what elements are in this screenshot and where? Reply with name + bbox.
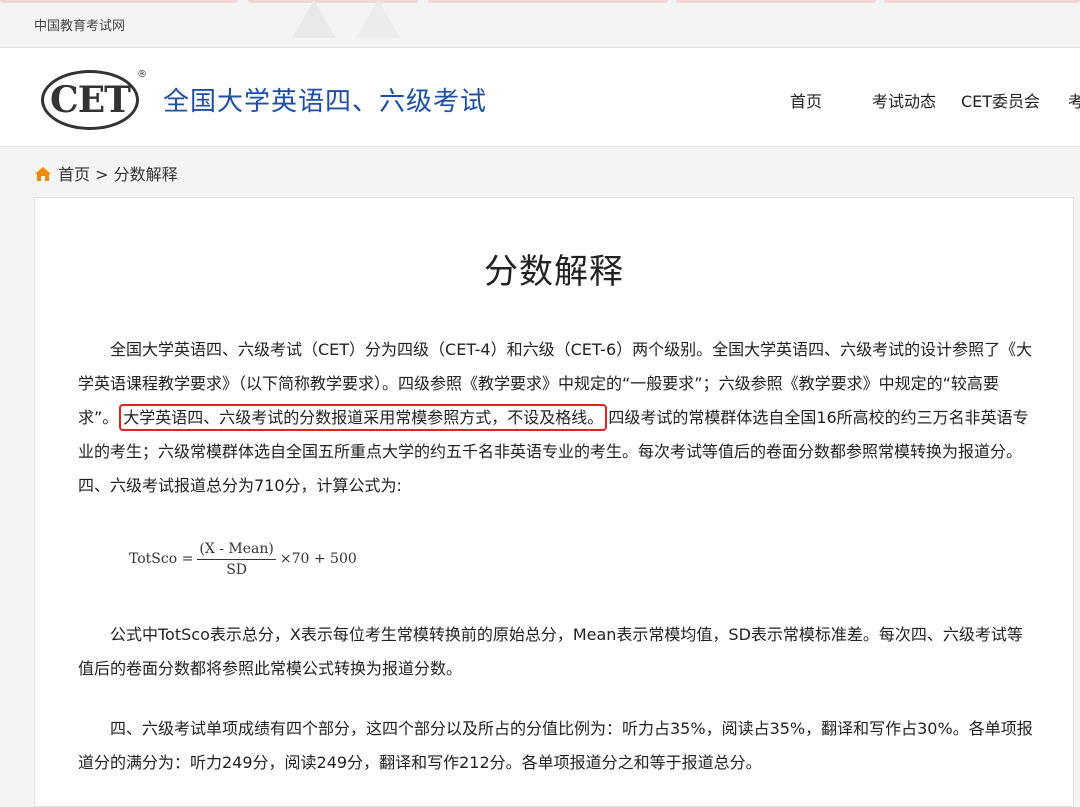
background-decoration bbox=[356, 0, 400, 38]
browser-tab[interactable] bbox=[884, 0, 1080, 3]
paragraph-intro: 全国大学英语四、六级考试（CET）分为四级（CET-4）和六级（CET-6）两个… bbox=[78, 333, 1038, 503]
breadcrumb: 首页 > 分数解释 bbox=[34, 161, 178, 186]
nav-item-committee[interactable]: CET委员会 bbox=[961, 88, 1040, 112]
cet-logo[interactable]: CET bbox=[41, 70, 139, 130]
formula-rhs: ×70 + 500 bbox=[279, 551, 357, 567]
paragraph-formula-explanation: 公式中TotSco表示总分，X表示每位考生常模转换前的原始总分，Mean表示常模… bbox=[78, 625, 1023, 678]
breadcrumb-current: 分数解释 bbox=[113, 165, 178, 184]
formula-numerator: (X - Mean) bbox=[197, 541, 276, 560]
neea-link[interactable]: 中国教育考试网 bbox=[34, 15, 125, 34]
background-decoration bbox=[292, 0, 336, 38]
top-strip: 中国教育考试网 bbox=[0, 0, 1080, 48]
browser-tab[interactable] bbox=[0, 0, 238, 3]
highlighted-sentence: 大学英语四、六级考试的分数报道采用常模参照方式，不设及格线。 bbox=[119, 404, 608, 431]
paragraph-section-scores: 四、六级考试单项成绩有四个部分，这四个部分以及所占的分值比例为：听力占35%，阅… bbox=[78, 719, 1033, 772]
formula-lhs: TotSco = bbox=[129, 551, 194, 567]
page-title: 分数解释 bbox=[484, 252, 624, 292]
breadcrumb-home[interactable]: 首页 bbox=[58, 165, 90, 184]
breadcrumb-separator: > bbox=[90, 165, 114, 184]
browser-tab[interactable] bbox=[676, 0, 876, 3]
home-icon[interactable] bbox=[34, 166, 52, 186]
site-title[interactable]: 全国大学英语四、六级考试 bbox=[163, 81, 487, 118]
site-header: CET ® 全国大学英语四、六级考试 首页 考试动态 CET委员会 考 bbox=[0, 48, 1080, 147]
registered-mark: ® bbox=[137, 69, 147, 80]
formula-fraction: (X - Mean) SD bbox=[197, 541, 276, 578]
formula-denominator: SD bbox=[226, 561, 248, 578]
score-formula: TotSco = (X - Mean) SD ×70 + 500 bbox=[129, 537, 357, 581]
browser-tab-strip bbox=[0, 0, 1080, 3]
nav-item-news[interactable]: 考试动态 bbox=[872, 88, 936, 112]
nav-item-truncated[interactable]: 考 bbox=[1068, 88, 1080, 112]
browser-tab[interactable] bbox=[428, 0, 668, 3]
cet-logo-text: CET bbox=[50, 79, 131, 121]
nav-item-home[interactable]: 首页 bbox=[790, 88, 822, 112]
